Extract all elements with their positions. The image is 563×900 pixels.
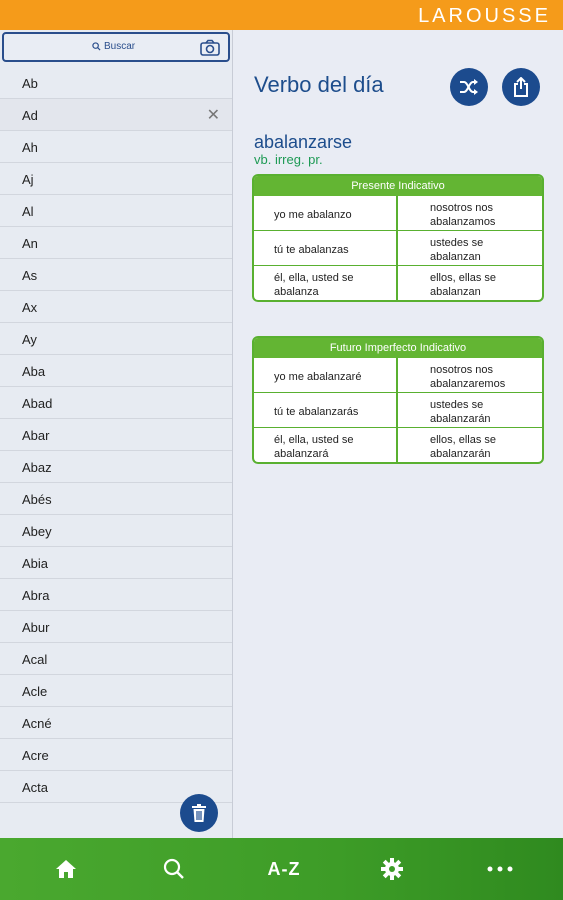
list-item[interactable]: Abar — [0, 419, 232, 451]
table-cell: ellos, ellas se abalanzan — [430, 271, 497, 298]
close-icon[interactable]: ✕ — [207, 105, 220, 125]
list-item[interactable]: Ah — [0, 131, 232, 163]
search-icon — [163, 858, 184, 879]
list-item-label: Acle — [22, 684, 48, 699]
table-row: yo me abalanzo nosotros nos abalanzamos — [254, 196, 542, 230]
list-item-label: Acal — [22, 652, 48, 667]
word-list: Ab Ad ✕ Ah Aj Al An As Ax Ay Aba Abad Aba… — [0, 67, 232, 803]
list-item-label: Ah — [22, 140, 38, 155]
list-item-label: Aj — [22, 172, 34, 187]
search-input[interactable]: Buscar — [2, 32, 230, 62]
list-item-label: Abaz — [22, 460, 52, 475]
table-cell: tú te abalanzas — [254, 231, 398, 265]
table-cell: él, ella, usted se abalanzará — [254, 428, 398, 462]
list-item-label: Abia — [22, 556, 49, 571]
delete-button[interactable] — [180, 794, 218, 832]
nav-settings[interactable] — [366, 838, 418, 900]
shuffle-icon — [460, 79, 478, 95]
list-item-label: Abad — [22, 396, 53, 411]
list-item[interactable]: Acal — [0, 643, 232, 675]
table-row: él, ella, usted se abalanza ellos, ellas… — [254, 265, 542, 300]
list-item-label: Abur — [22, 620, 50, 635]
nav-home[interactable] — [40, 838, 92, 900]
table-cell: él, ella, usted se abalanza — [254, 266, 398, 300]
list-item[interactable]: Ad ✕ — [0, 99, 232, 131]
table-cell: ustedes se abalanzan — [430, 236, 484, 263]
list-item[interactable]: Abur — [0, 611, 232, 643]
bottom-nav: A-Z — [0, 838, 563, 900]
table-row: él, ella, usted se abalanzará ellos, ell… — [254, 427, 542, 462]
trash-icon — [192, 804, 206, 822]
table-header: Futuro Imperfecto Indicativo — [254, 338, 542, 358]
conjugation-table-future: Futuro Imperfecto Indicativo yo me abala… — [252, 336, 544, 464]
table-cell: yo me abalanzaré — [254, 358, 398, 392]
nav-az-label: A-Z — [267, 858, 301, 879]
list-item-label: Ay — [22, 332, 37, 347]
search-icon — [92, 42, 101, 51]
list-item[interactable]: Aj — [0, 163, 232, 195]
list-item-label: Ad — [22, 108, 38, 123]
table-row: yo me abalanzaré nosotros nos abalanzare… — [254, 358, 542, 392]
list-item[interactable]: An — [0, 227, 232, 259]
list-item[interactable]: Abad — [0, 387, 232, 419]
table-cell: nosotros nos abalanzaremos — [430, 363, 506, 390]
table-cell: ustedes se abalanzarán — [430, 398, 491, 425]
verb-word: abalanzarse — [254, 132, 353, 152]
search-placeholder-text: Buscar — [104, 41, 136, 52]
nav-search[interactable] — [148, 838, 200, 900]
list-item[interactable]: Ab — [0, 67, 232, 99]
verb-grammar: vb. irreg. pr. — [254, 152, 323, 167]
nav-az[interactable]: A-Z — [256, 838, 312, 900]
list-item[interactable]: Abra — [0, 579, 232, 611]
list-item-label: Al — [22, 204, 34, 219]
shuffle-button[interactable] — [450, 68, 488, 106]
list-item[interactable]: Acné — [0, 707, 232, 739]
list-item-label: An — [22, 236, 38, 251]
list-item-label: Abey — [22, 524, 52, 539]
table-cell: nosotros nos abalanzamos — [430, 201, 496, 228]
main-panel: Verbo del día abalanzarse vb. irreg. pr.… — [233, 30, 563, 838]
table-cell: tú te abalanzarás — [254, 393, 398, 427]
list-item-label: As — [22, 268, 38, 283]
top-bar: LAROUSSE — [0, 0, 563, 30]
table-header: Presente Indicativo — [254, 176, 542, 196]
home-icon — [56, 860, 76, 878]
table-cell: yo me abalanzo — [254, 196, 398, 230]
list-item[interactable]: As — [0, 259, 232, 291]
brand-logo: LAROUSSE — [418, 5, 551, 27]
list-item[interactable]: Al — [0, 195, 232, 227]
list-item-label: Acta — [22, 780, 49, 795]
page-title: Verbo del día — [254, 72, 384, 97]
list-item[interactable]: Ay — [0, 323, 232, 355]
sidebar: Buscar Ab Ad ✕ Ah Aj Al An As Ax Ay Aba A… — [0, 30, 233, 838]
list-item[interactable]: Ax — [0, 291, 232, 323]
more-icon — [487, 866, 513, 872]
list-item[interactable]: Abaz — [0, 451, 232, 483]
gear-icon — [381, 858, 403, 880]
list-item-label: Abra — [22, 588, 50, 603]
list-item[interactable]: Abés — [0, 483, 232, 515]
nav-more[interactable] — [474, 838, 526, 900]
list-item-label: Acre — [22, 748, 49, 763]
list-item-label: Ab — [22, 76, 38, 91]
list-item[interactable]: Abia — [0, 547, 232, 579]
table-row: tú te abalanzarás ustedes se abalanzarán — [254, 392, 542, 427]
conjugation-table-present: Presente Indicativo yo me abalanzo nosot… — [252, 174, 544, 302]
share-icon — [514, 77, 528, 97]
list-item-label: Acné — [22, 716, 52, 731]
list-item[interactable]: Aba — [0, 355, 232, 387]
list-item-label: Abar — [22, 428, 50, 443]
list-item[interactable]: Abey — [0, 515, 232, 547]
search-placeholder: Buscar — [92, 41, 135, 52]
list-item[interactable]: Acle — [0, 675, 232, 707]
share-button[interactable] — [502, 68, 540, 106]
camera-icon[interactable] — [200, 39, 220, 56]
list-item-label: Aba — [22, 364, 46, 379]
table-row: tú te abalanzas ustedes se abalanzan — [254, 230, 542, 265]
list-item-label: Ax — [22, 300, 38, 315]
list-item-label: Abés — [22, 492, 52, 507]
table-cell: ellos, ellas se abalanzarán — [430, 433, 497, 460]
list-item[interactable]: Acre — [0, 739, 232, 771]
